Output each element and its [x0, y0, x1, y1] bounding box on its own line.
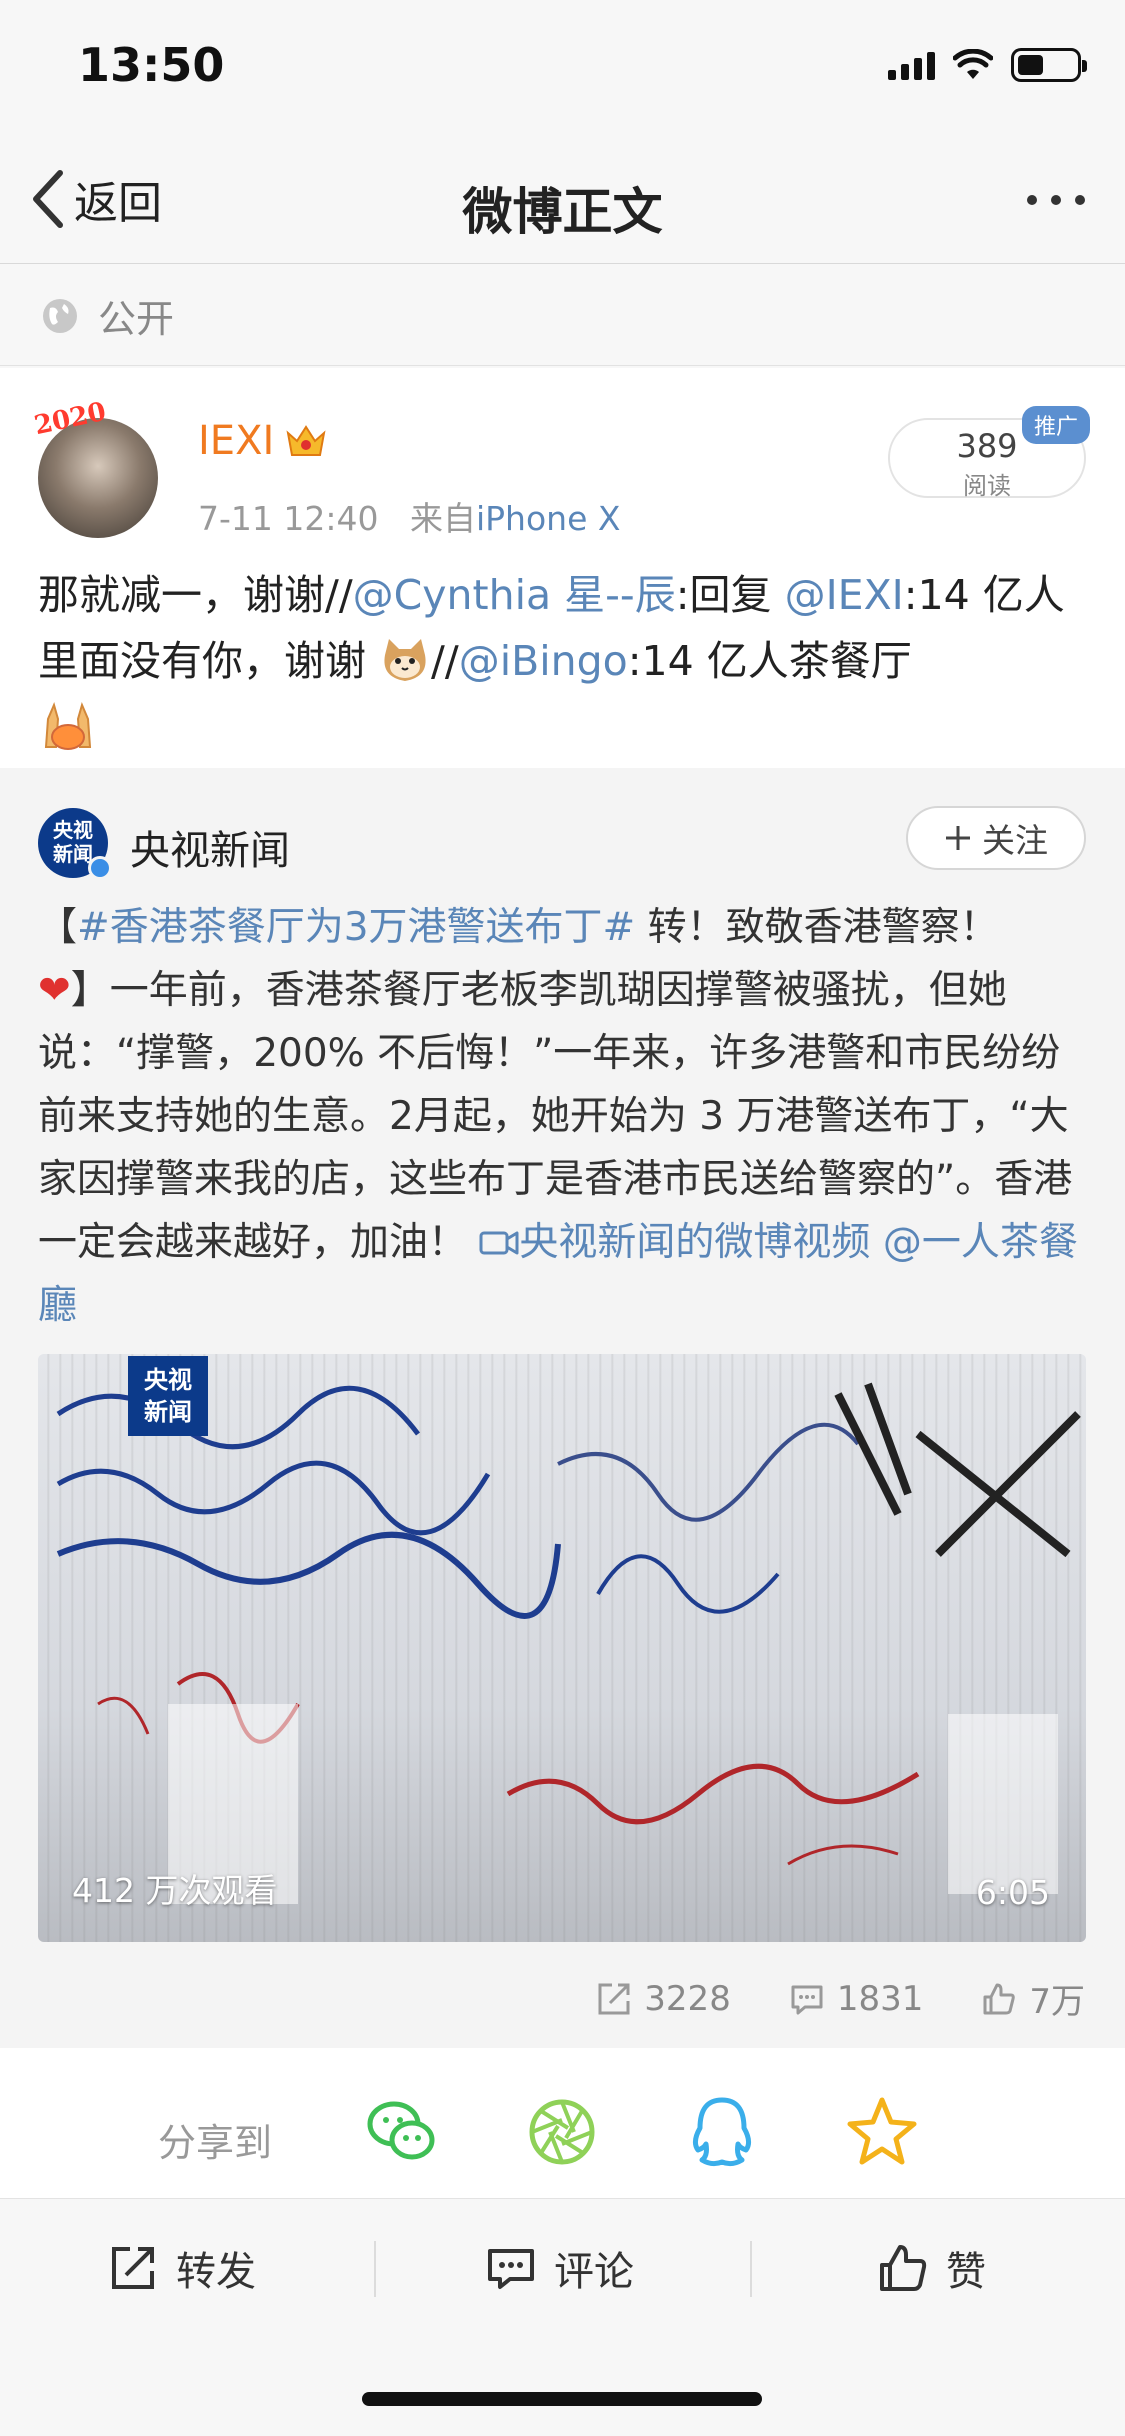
video-view-count: 412 万次观看	[72, 1871, 278, 1910]
read-count-badge[interactable]: 389 阅读 推广	[888, 406, 1090, 500]
follow-button[interactable]: 关注	[906, 806, 1086, 870]
more-options-button[interactable]	[1027, 180, 1085, 220]
globe-icon	[43, 298, 77, 333]
repost-label: 转发	[176, 2249, 256, 2295]
repost-text-segment: 转！致敬香港警察！	[635, 905, 999, 950]
plus-icon	[946, 826, 970, 850]
crown-member-icon[interactable]	[284, 421, 328, 461]
comment-label: 评论	[554, 2249, 634, 2295]
page-title: 微博正文	[462, 183, 663, 241]
repost-button[interactable]: 转发	[108, 2235, 256, 2301]
video-duration: 6:05	[975, 1873, 1050, 1912]
video-channel-logo: 央视 新闻	[128, 1356, 208, 1436]
video-player[interactable]: 央视 新闻 412 万次观看 6:05	[38, 1354, 1086, 1942]
post-text-segment: :14 亿人茶餐厅	[627, 637, 912, 685]
visibility-label: 公开	[98, 297, 175, 341]
mention-link[interactable]: @Cynthia 星--辰	[353, 571, 676, 619]
post-source[interactable]: iPhone X	[476, 499, 621, 538]
read-label: 阅读	[963, 472, 1011, 500]
share-icon	[598, 1983, 630, 2014]
repost-comment-button[interactable]: 1831	[789, 1978, 924, 2019]
like-label: 赞	[946, 2249, 986, 2295]
home-indicator	[362, 2392, 762, 2406]
repost-author-name[interactable]: 央视新闻	[130, 818, 290, 876]
visibility-row: 公开	[0, 266, 1125, 366]
status-icons	[888, 48, 1087, 82]
source-prefix: 来自	[409, 499, 476, 538]
cat-emoji-icon	[384, 639, 426, 681]
repost-author-avatar[interactable]: 央视 新闻	[38, 808, 112, 880]
avatar-text: 央视	[53, 818, 93, 842]
mention-link[interactable]: @IEXI	[785, 571, 904, 619]
navigation-bar: 返回 微博正文	[0, 132, 1125, 264]
thumbs-up-icon	[983, 1983, 1016, 2014]
username-row: IEXI	[198, 418, 328, 464]
hashtag-link[interactable]: #香港茶餐厅为3万港警送布丁#	[77, 905, 635, 950]
share-label: 分享到	[158, 2121, 273, 2165]
avatar-badge: 2020	[31, 396, 109, 442]
repost-icon	[112, 2247, 154, 2289]
signal-icon	[888, 50, 935, 80]
repost-share-button[interactable]: 3228	[596, 1979, 731, 2019]
post-meta: 7-11 12:40 来自iPhone X	[198, 492, 620, 540]
bottom-action-bar: 转发 评论 赞	[0, 2198, 1125, 2436]
share-row: 分享到	[0, 2048, 1125, 2198]
status-bar: 13:50	[0, 0, 1125, 132]
video-thumbnail-scribbles	[56, 1382, 1081, 1904]
follow-label: 关注	[982, 821, 1048, 860]
like-button[interactable]: 赞	[878, 2235, 986, 2301]
repost-actions: 3228 1831 7万	[596, 1974, 1085, 2023]
reposted-content[interactable]: 央视 新闻 央视新闻 关注 【#香港茶餐厅为3万港警送布丁# 转！致敬香港警察！…	[0, 768, 1125, 2048]
video-link-icon	[479, 1231, 519, 1255]
comment-icon	[791, 1985, 823, 2014]
hands-emoji-icon	[44, 702, 92, 750]
qq-icon[interactable]	[682, 2092, 762, 2172]
logo-text: 央视	[144, 1366, 192, 1394]
like-count: 7万	[1029, 1982, 1085, 2022]
mention-link[interactable]: @iBingo	[459, 637, 628, 685]
post-text-segment: 那就减一，谢谢//	[38, 571, 353, 619]
verified-badge-icon	[88, 856, 112, 880]
post-time: 7-11 12:40	[198, 499, 379, 538]
repost-text-segment	[870, 1220, 882, 1265]
divider	[750, 2241, 752, 2297]
battery-icon	[1011, 48, 1087, 82]
comment-icon	[488, 2249, 534, 2289]
comment-count: 1831	[836, 1978, 924, 2019]
wifi-icon	[953, 49, 993, 79]
post-text-segment: :回复	[675, 571, 785, 619]
avatar[interactable]: 2020	[32, 397, 158, 538]
comment-button[interactable]: 评论	[486, 2235, 634, 2301]
divider	[374, 2241, 376, 2297]
wechat-icon[interactable]	[362, 2092, 442, 2172]
promo-tag: 推广	[1021, 406, 1090, 444]
post-text: 那就减一，谢谢//@Cynthia 星--辰:回复 @IEXI:14 亿人里面没…	[38, 562, 1088, 760]
moments-icon[interactable]	[522, 2092, 602, 2172]
repost-count: 3228	[644, 1978, 731, 2019]
heart-icon: ❤	[38, 968, 71, 1013]
post-text-segment: //	[431, 637, 459, 685]
favorite-star-icon[interactable]	[842, 2092, 922, 2172]
video-link[interactable]: 央视新闻的微博视频	[519, 1220, 870, 1265]
thumbs-up-icon	[880, 2245, 927, 2291]
username[interactable]: IEXI	[198, 418, 274, 464]
repost-text: 【#香港茶餐厅为3万港警送布丁# 转！致敬香港警察！ ❤】一年前，香港茶餐厅老板李…	[38, 896, 1090, 1337]
repost-text-segment: 【	[38, 905, 78, 950]
repost-like-button[interactable]: 7万	[981, 1974, 1085, 2023]
status-time: 13:50	[78, 38, 225, 92]
post-card: 2020 IEXI 7-11 12:40 来自iPhone X 389 阅读 推…	[0, 368, 1125, 768]
logo-text: 新闻	[144, 1398, 192, 1426]
